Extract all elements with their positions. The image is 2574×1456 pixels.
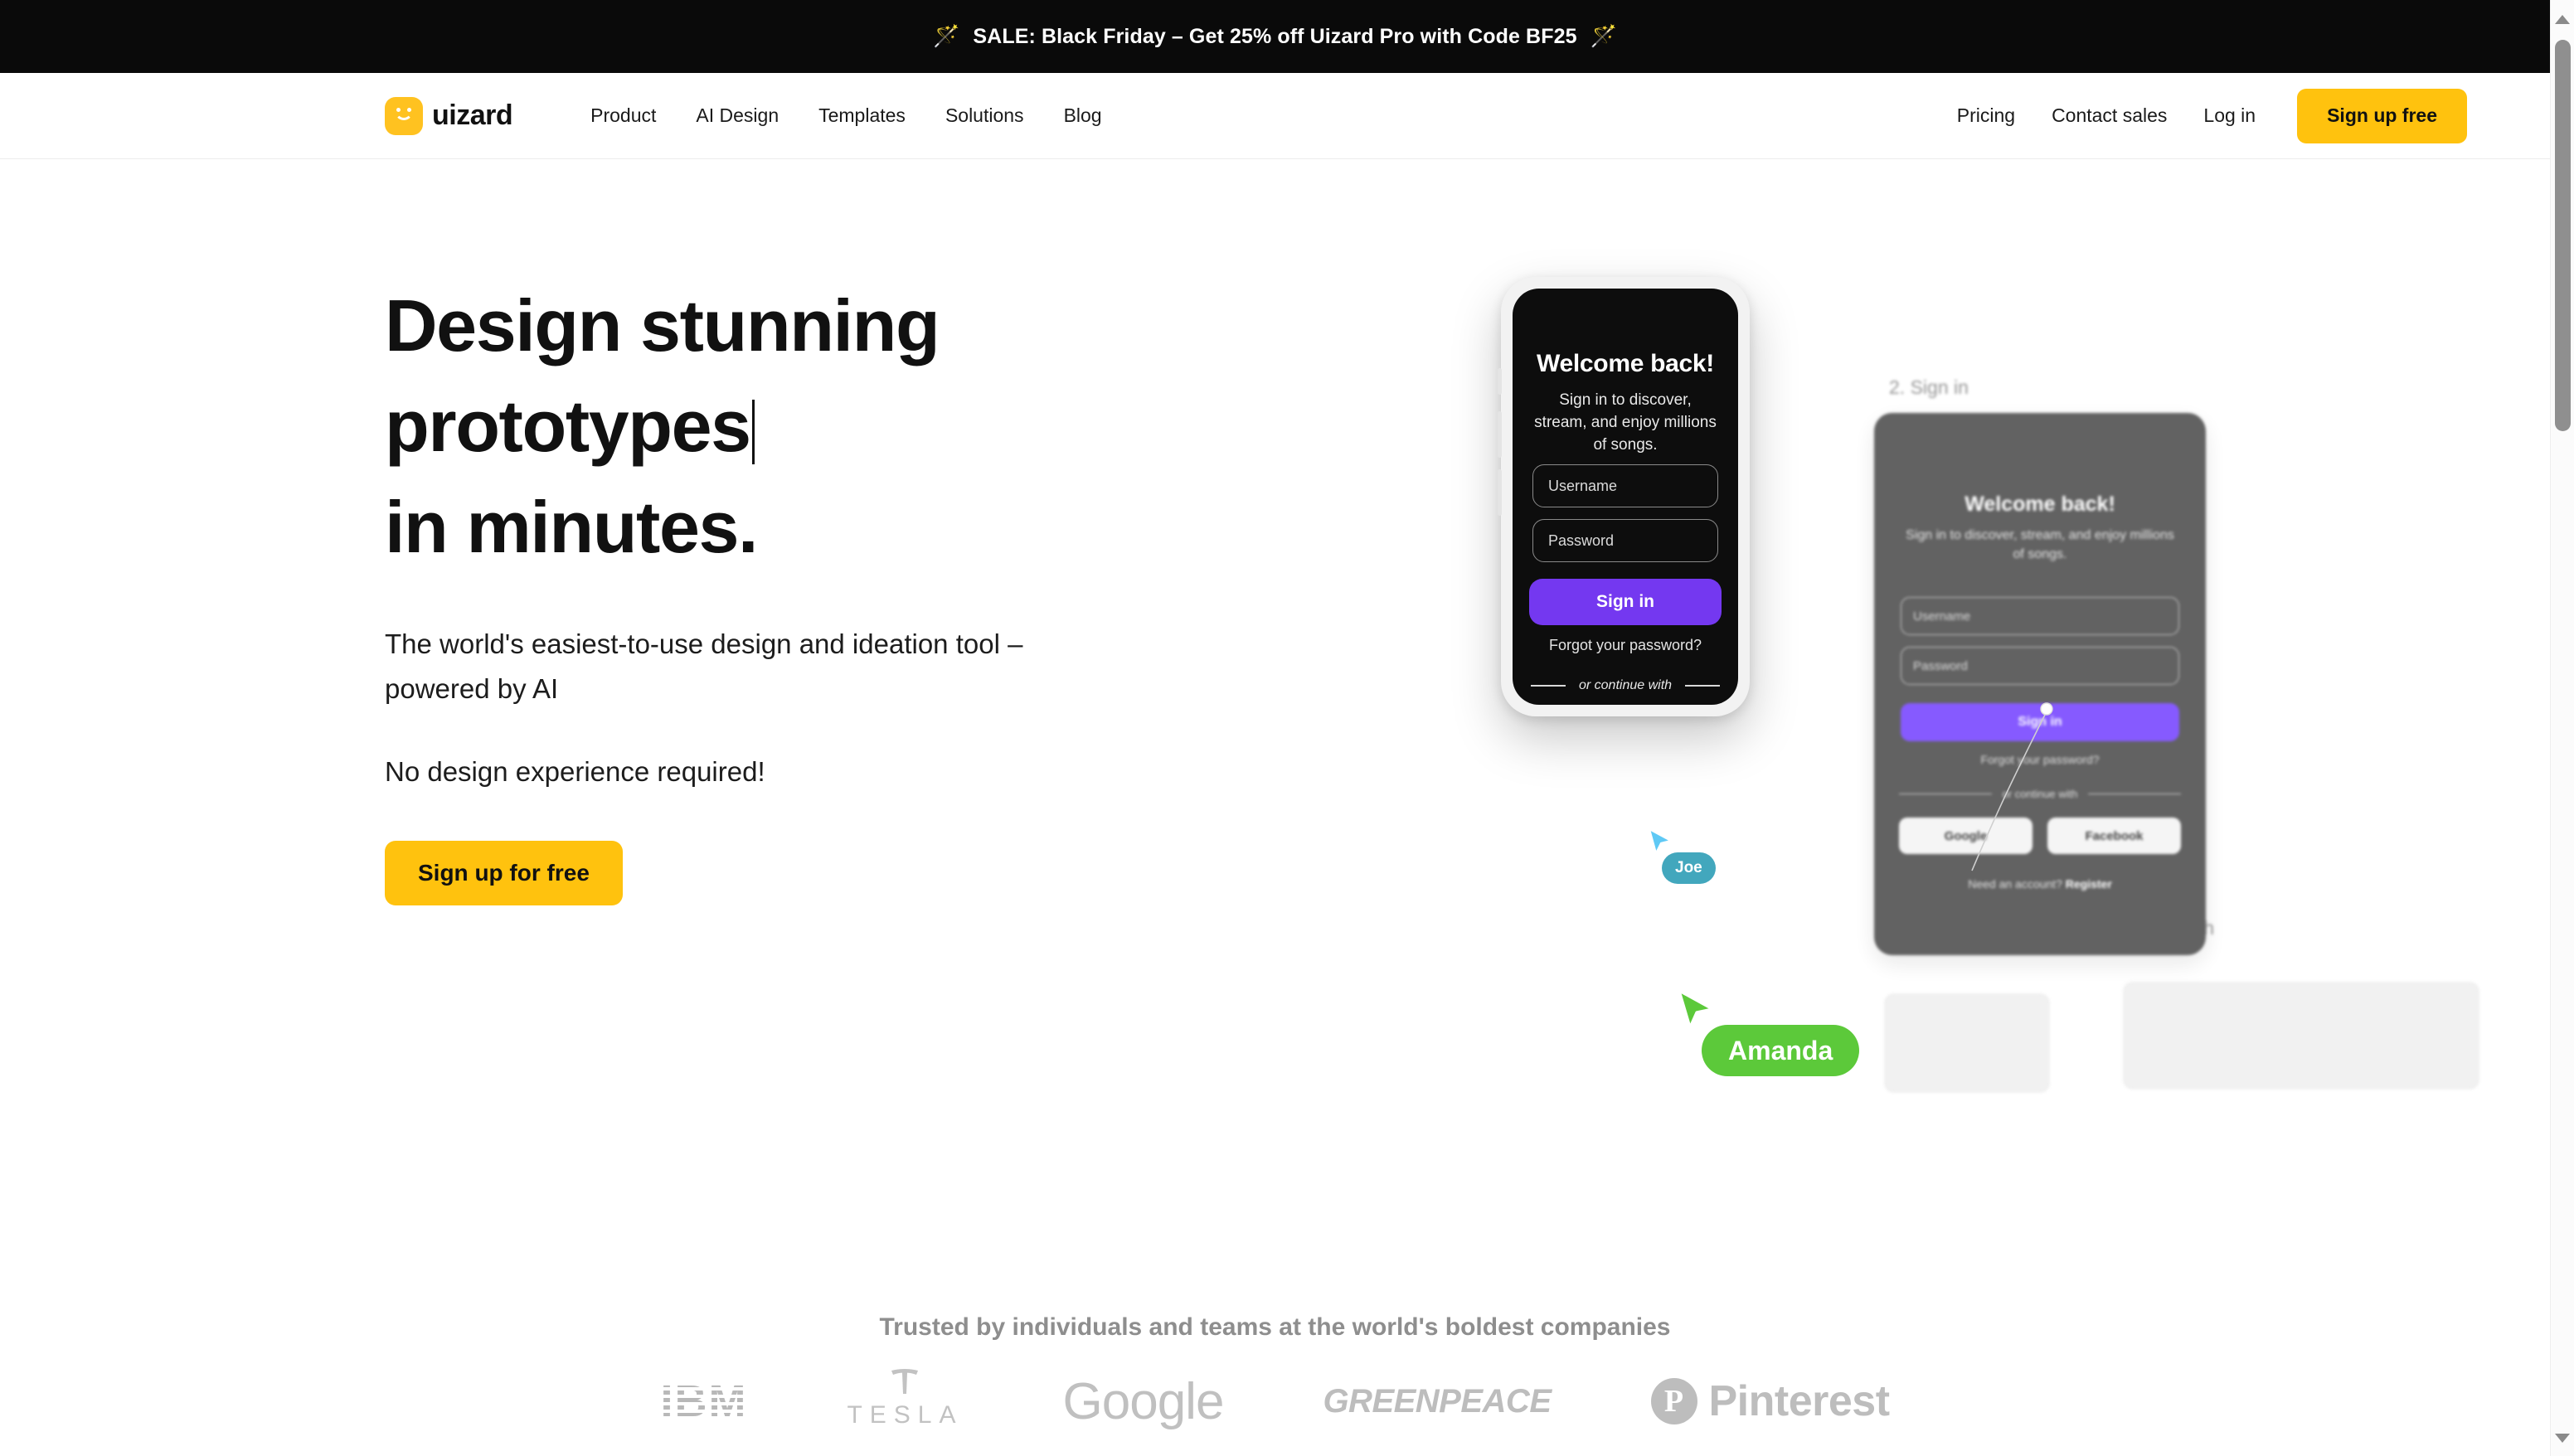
hero-subtitle: The world's easiest-to-use design and id…: [385, 629, 1023, 704]
mockup-welcome-subtitle: Sign in to discover, stream, and enjoy m…: [1534, 391, 1717, 454]
bg-divider: or continue with: [1899, 788, 2181, 800]
brand-name: uizard: [432, 99, 513, 131]
phone-mute-button-icon: [1498, 368, 1502, 395]
hero-subtitle-secondary: No design experience required!: [385, 756, 765, 788]
hero-copy: Design stunning prototypes in minutes. T…: [385, 275, 1214, 906]
logo-google: Google: [1062, 1372, 1225, 1430]
nav-item-ai-design[interactable]: AI Design: [676, 96, 799, 135]
cursor-label-joe-main: Joe: [1662, 852, 1716, 884]
background-card-left: [1884, 993, 2050, 1093]
bg-password-field: Password: [1901, 647, 2179, 685]
bg-divider-label: or continue with: [2002, 788, 2078, 800]
hero-section: Design stunning prototypes in minutes. T…: [0, 159, 2550, 1262]
phone-screen: Welcome back! Sign in to discover, strea…: [1513, 289, 1738, 705]
mockup-username-input[interactable]: Username: [1532, 464, 1718, 507]
mockup-divider-label: or continue with: [1578, 678, 1673, 692]
phone-volume-down-button-icon: [1498, 469, 1502, 516]
nav-item-pricing[interactable]: Pricing: [1939, 96, 2033, 135]
mockup-forgot-password-link[interactable]: Forgot your password?: [1513, 637, 1738, 654]
scroll-down-arrow-icon[interactable]: [2555, 1434, 2570, 1443]
trust-section: Trusted by individuals and teams at the …: [0, 1262, 2550, 1456]
nav-item-login[interactable]: Log in: [2185, 96, 2274, 135]
nav-item-product[interactable]: Product: [571, 96, 676, 135]
bg-username-field: Username: [1901, 597, 2179, 635]
trust-title: Trusted by individuals and teams at the …: [879, 1313, 1671, 1341]
mockup-welcome-title: Welcome back!: [1537, 350, 1714, 377]
background-phone-mockup: Welcome back! Sign in to discover, strea…: [1874, 413, 2206, 955]
sparkles-icon-right: 🪄: [1590, 23, 1617, 48]
phone-mockup: Welcome back! Sign in to discover, strea…: [1498, 277, 1750, 716]
promo-banner-text: SALE: Black Friday – Get 25% off Uizard …: [973, 24, 1577, 48]
mockup-divider: or continue with: [1531, 678, 1720, 693]
background-design-board: 2. Sign in 4.Search Welcome back! Sign i…: [1874, 376, 2504, 1106]
scroll-up-arrow-icon[interactable]: [2555, 15, 2570, 24]
brand-logo-link[interactable]: uizard: [385, 96, 513, 135]
cursor-joe-main: Joe: [1647, 827, 1716, 884]
logo-ibm: IBM: [660, 1368, 747, 1434]
signup-free-button[interactable]: Sign up free: [2297, 88, 2467, 143]
main-nav: Product AI Design Templates Solutions Bl…: [571, 96, 1121, 135]
hero-title-line-1: Design stunning: [385, 284, 940, 366]
background-card-right: [2123, 982, 2479, 1090]
bg-forgot-password-link: Forgot your password?: [1980, 753, 2100, 766]
bg-social-buttons: Google Facebook: [1899, 818, 2181, 854]
bg-facebook-button: Facebook: [2047, 818, 2181, 854]
hero-visual: 2. Sign in 4.Search Welcome back! Sign i…: [1260, 159, 2550, 1262]
client-logo-row: IBM TESLA Google GREENPEACE P Pinterest: [0, 1368, 2550, 1434]
nav-item-solutions[interactable]: Solutions: [925, 96, 1044, 135]
bg-google-button: Google: [1899, 818, 2032, 854]
mockup-password-input[interactable]: Password: [1532, 519, 1718, 562]
page-scrollbar[interactable]: [2550, 0, 2574, 1456]
bg-register-link: Register: [2065, 877, 2112, 891]
bg-register-prefix: Need an account?: [1968, 877, 2066, 891]
bg-register-row: Need an account? Register: [1874, 877, 2206, 891]
pinterest-mark-icon: P: [1650, 1378, 1697, 1424]
header-inner: uizard Product AI Design Templates Solut…: [0, 73, 2550, 158]
phone-volume-up-button-icon: [1498, 411, 1502, 458]
bg-signin-button: Sign in: [1901, 703, 2179, 741]
uizard-logo-icon: [385, 96, 423, 135]
site-header: uizard Product AI Design Templates Solut…: [0, 73, 2550, 159]
hero-title-line-2: prototypes: [385, 376, 1214, 476]
nav-item-contact-sales[interactable]: Contact sales: [2033, 96, 2185, 135]
logo-tesla-label: TESLA: [847, 1401, 964, 1429]
cursor-amanda: Amanda: [1675, 988, 1860, 1076]
hero-title-typed-word: prototypes: [385, 385, 751, 468]
logo-greenpeace: GREENPEACE: [1323, 1382, 1552, 1420]
header-right-nav: Pricing Contact sales Log in Sign up fre…: [1939, 88, 2467, 143]
nav-item-templates[interactable]: Templates: [799, 96, 925, 135]
scrollbar-thumb[interactable]: [2555, 40, 2571, 431]
tesla-mark-icon: [891, 1369, 919, 1394]
hero-title-line-3: in minutes.: [385, 485, 758, 568]
board-label-step-2: 2. Sign in: [1889, 376, 1969, 398]
logo-tesla: TESLA: [847, 1368, 963, 1434]
logo-smile-icon: [395, 109, 413, 120]
mockup-signin-button[interactable]: Sign in: [1529, 579, 1722, 625]
sparkles-icon-left: 🪄: [933, 23, 960, 48]
bg-welcome-title: Welcome back!: [1964, 493, 2115, 516]
page-root: 🪄 SALE: Black Friday – Get 25% off Uizar…: [0, 0, 2574, 1456]
hero-title: Design stunning prototypes in minutes.: [385, 275, 1214, 577]
text-caret-icon: [751, 400, 755, 465]
bg-welcome-subtitle: Sign in to discover, stream, and enjoy m…: [1906, 528, 2174, 562]
logo-pinterest: P Pinterest: [1650, 1368, 1891, 1434]
logo-pinterest-label: Pinterest: [1708, 1377, 1891, 1425]
nav-item-blog[interactable]: Blog: [1044, 96, 1122, 135]
cursor-label-amanda: Amanda: [1702, 1025, 1860, 1076]
promo-banner[interactable]: 🪄 SALE: Black Friday – Get 25% off Uizar…: [0, 0, 2550, 73]
hero-signup-button[interactable]: Sign up for free: [385, 841, 623, 906]
